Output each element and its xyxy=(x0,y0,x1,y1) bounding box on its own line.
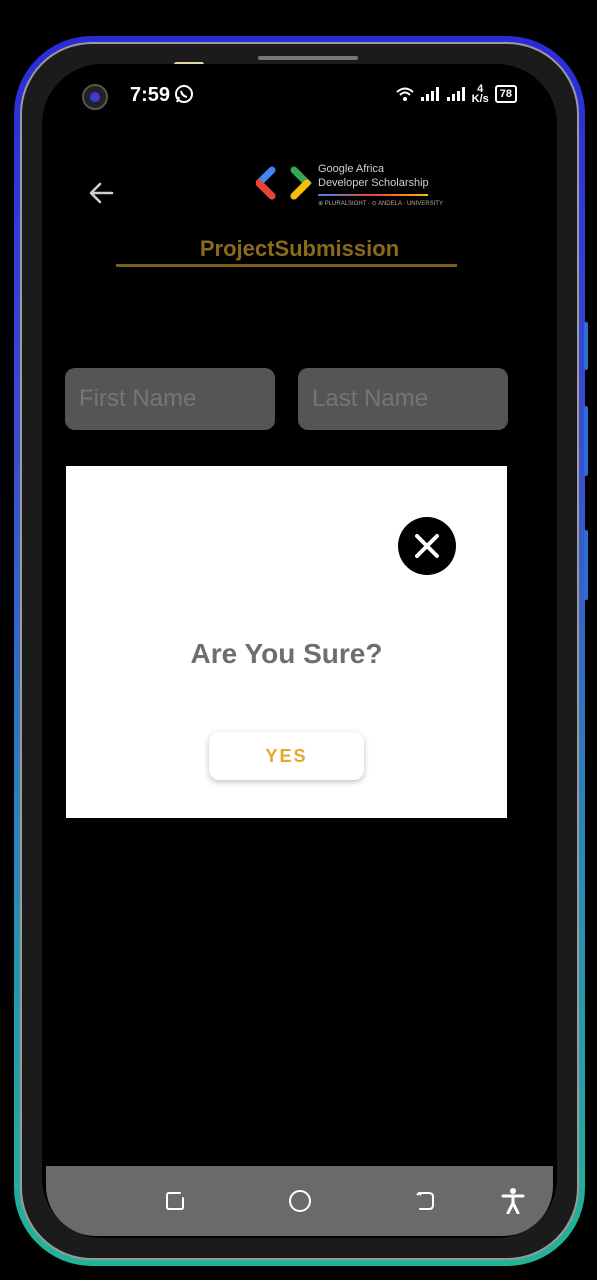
volume-down-button xyxy=(584,530,588,600)
status-bar: 7:59 4 K/s 78 xyxy=(42,74,557,114)
back-nav-button[interactable] xyxy=(408,1184,442,1218)
page-title: ProjectSubmission xyxy=(199,236,400,261)
phone-screen: 7:59 4 K/s 78 Google Africa Developer Sc… xyxy=(42,64,557,1238)
confirm-dialog: Are You Sure? YES xyxy=(66,466,507,818)
status-time: 7:59 xyxy=(130,84,171,106)
yes-button[interactable]: YES xyxy=(209,732,364,780)
logo-rule xyxy=(318,194,428,196)
home-icon xyxy=(289,1190,311,1212)
logo-partners: ⊕ PLURALSIGHT · ⊙ ANDELA · UNIVERSITY xyxy=(318,201,443,207)
battery-indicator: 78 xyxy=(494,85,517,103)
volume-up-button xyxy=(584,406,588,476)
network-speed: 4 K/s xyxy=(471,84,489,105)
gads-logo: Google Africa Developer Scholarship ⊕ PL… xyxy=(256,162,443,218)
wifi-icon xyxy=(395,87,414,101)
title-underline xyxy=(116,264,457,267)
home-button[interactable] xyxy=(283,1184,317,1218)
network-speed-unit: K/s xyxy=(471,93,489,105)
recents-button[interactable] xyxy=(158,1184,192,1218)
last-name-field[interactable] xyxy=(298,368,508,430)
dialog-message: Are You Sure? xyxy=(190,638,383,669)
code-brackets-logo xyxy=(256,166,312,200)
navigation-bar xyxy=(46,1166,553,1236)
power-button xyxy=(584,322,588,370)
first-name-field[interactable] xyxy=(65,368,275,430)
close-button[interactable] xyxy=(398,517,456,575)
front-camera xyxy=(82,84,108,110)
earpiece-speaker xyxy=(258,56,358,60)
logo-title: Google Africa Developer Scholarship xyxy=(318,162,429,190)
signal-icon-sim2 xyxy=(446,87,465,101)
accessibility-button[interactable] xyxy=(496,1184,530,1218)
recents-icon xyxy=(166,1192,184,1210)
whatsapp-icon xyxy=(175,85,193,103)
back-nav-icon xyxy=(416,1191,434,1210)
arrow-left-icon[interactable] xyxy=(86,178,116,208)
phone-bezel: 7:59 4 K/s 78 Google Africa Developer Sc… xyxy=(20,42,579,1260)
accessibility-icon xyxy=(501,1188,525,1214)
status-indicators: 4 K/s 78 xyxy=(395,84,517,105)
phone-frame: 7:59 4 K/s 78 Google Africa Developer Sc… xyxy=(14,36,588,1266)
close-icon xyxy=(415,534,439,558)
signal-icon xyxy=(420,87,439,101)
logo-line2: Developer Scholarship xyxy=(318,177,429,189)
logo-line1: Google Africa xyxy=(318,163,385,175)
